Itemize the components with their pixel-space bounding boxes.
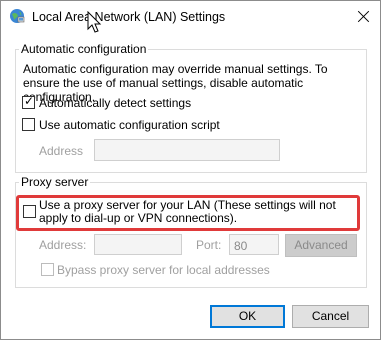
checkmark-icon: ✓	[24, 94, 35, 108]
close-icon[interactable]	[347, 1, 380, 31]
ok-button[interactable]: OK	[210, 305, 285, 328]
proxy-port-label: Port:	[196, 238, 222, 252]
script-address-label: Address	[39, 144, 84, 158]
bypass-local-label[interactable]: Bypass proxy server for local addresses	[57, 263, 270, 277]
advanced-button[interactable]: Advanced	[285, 234, 357, 257]
auto-config-script-checkbox[interactable]	[22, 118, 35, 131]
auto-config-script-label[interactable]: Use automatic configuration script	[39, 118, 220, 132]
script-address-input[interactable]	[94, 139, 280, 161]
automatic-configuration-legend: Automatic configuration	[19, 42, 149, 56]
lan-settings-dialog: Local Area Network (LAN) Settings Automa…	[0, 0, 381, 340]
title-bar[interactable]: Local Area Network (LAN) Settings	[1, 1, 380, 31]
auto-detect-label[interactable]: Automatically detect settings	[39, 96, 191, 110]
proxy-port-input[interactable]: 80	[229, 234, 279, 255]
use-proxy-checkbox[interactable]	[23, 205, 36, 218]
proxy-server-legend: Proxy server	[19, 175, 91, 189]
network-globe-icon	[9, 8, 25, 24]
bypass-local-checkbox[interactable]	[41, 263, 54, 276]
cancel-button[interactable]: Cancel	[292, 305, 369, 328]
mouse-cursor-icon	[87, 10, 103, 35]
auto-detect-checkbox[interactable]: ✓	[22, 94, 35, 109]
proxy-address-input[interactable]	[94, 234, 182, 255]
window-title: Local Area Network (LAN) Settings	[32, 10, 226, 24]
use-proxy-label[interactable]: Use a proxy server for your LAN (These s…	[39, 199, 357, 225]
proxy-address-label: Address:	[39, 238, 87, 252]
